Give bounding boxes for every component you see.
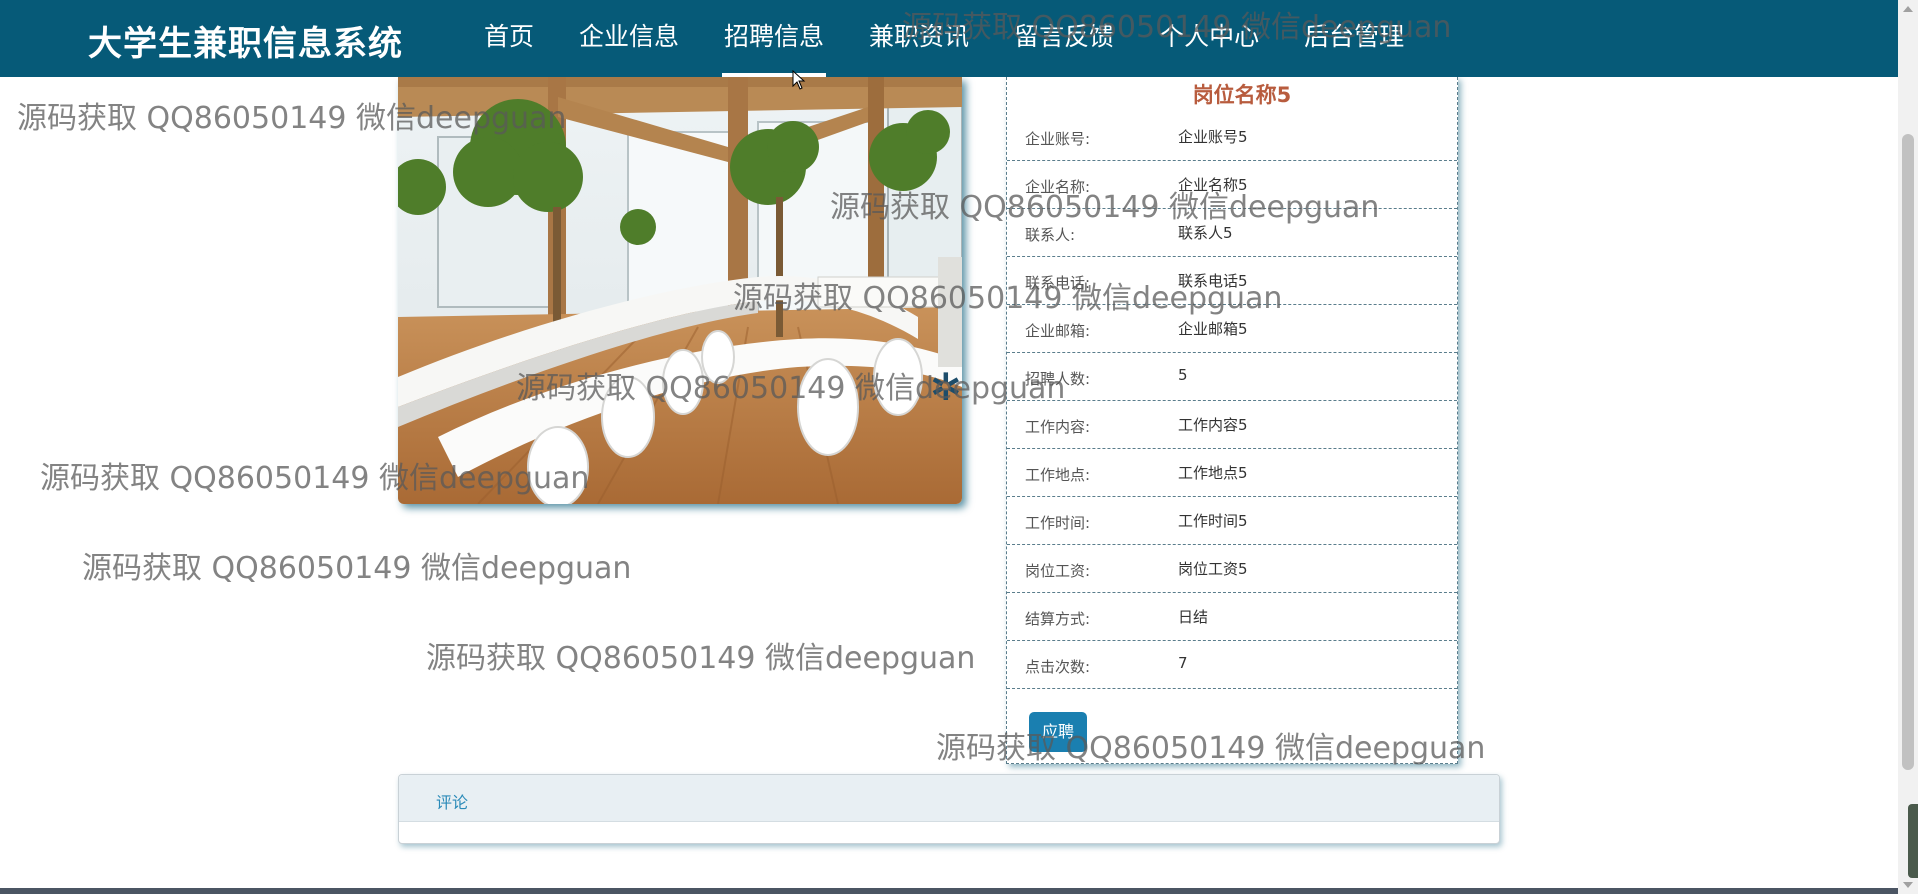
field-value: 企业名称5	[1178, 176, 1248, 194]
nav-feedback[interactable]: 留言反馈	[996, 0, 1132, 77]
field-click-count: 点击次数: 7	[1007, 641, 1457, 689]
job-detail-panel: 岗位名称5 企业账号: 企业账号5 企业名称: 企业名称5 联系人: 联系人5 …	[1006, 77, 1458, 764]
field-value: 企业邮箱5	[1178, 320, 1248, 338]
field-company-account: 企业账号: 企业账号5	[1007, 113, 1457, 161]
nav-companies[interactable]: 企业信息	[561, 0, 697, 77]
field-label: 点击次数:	[1025, 658, 1091, 676]
scroll-up-arrow-icon[interactable]	[1903, 6, 1913, 12]
watermark: 源码获取 QQ86050149 微信deepguan	[82, 551, 632, 586]
field-label: 企业名称:	[1025, 178, 1091, 196]
field-value: 7	[1178, 654, 1188, 672]
field-value: 联系电话5	[1178, 272, 1248, 290]
nav-jobs[interactable]: 招聘信息	[706, 0, 842, 77]
field-work-time: 工作时间: 工作时间5	[1007, 497, 1457, 545]
field-label: 工作内容:	[1025, 418, 1091, 436]
top-navbar: 大学生兼职信息系统 首页 企业信息 招聘信息 兼职资讯 留言反馈 个人中心 后台…	[0, 0, 1898, 77]
field-settlement: 结算方式: 日结	[1007, 593, 1457, 641]
nav-profile[interactable]: 个人中心	[1141, 0, 1277, 77]
bottom-edge-bar	[0, 888, 1898, 894]
nav-admin[interactable]: 后台管理	[1286, 0, 1422, 77]
field-headcount: 招聘人数: 5	[1007, 353, 1457, 401]
job-title: 岗位名称5	[1192, 83, 1292, 107]
field-email: 企业邮箱: 企业邮箱5	[1007, 305, 1457, 353]
field-label: 企业账号:	[1025, 130, 1091, 148]
field-value: 联系人5	[1178, 224, 1233, 242]
side-tool-tab[interactable]	[1908, 804, 1918, 878]
scroll-down-arrow-icon[interactable]	[1903, 882, 1913, 888]
apply-button[interactable]: 应聘	[1029, 712, 1087, 752]
field-value: 5	[1178, 366, 1188, 384]
comment-title[interactable]: 评论	[436, 789, 468, 813]
nav-news[interactable]: 兼职资讯	[851, 0, 987, 77]
field-label: 联系人:	[1025, 226, 1076, 244]
field-work-location: 工作地点: 工作地点5	[1007, 449, 1457, 497]
field-contact: 联系人: 联系人5	[1007, 209, 1457, 257]
job-image	[398, 77, 962, 504]
field-company-name: 企业名称: 企业名称5	[1007, 161, 1457, 209]
field-label: 招聘人数:	[1025, 370, 1091, 388]
field-value: 工作内容5	[1178, 416, 1248, 434]
field-label: 结算方式:	[1025, 610, 1091, 628]
site-brand[interactable]: 大学生兼职信息系统	[88, 16, 403, 65]
watermark: 源码获取 QQ86050149 微信deepguan	[426, 641, 976, 676]
field-label: 工作地点:	[1025, 466, 1091, 484]
comment-header	[399, 775, 1499, 822]
field-value: 企业账号5	[1178, 128, 1248, 146]
field-value: 工作时间5	[1178, 512, 1248, 530]
field-label: 企业邮箱:	[1025, 322, 1091, 340]
field-phone: 联系电话: 联系电话5	[1007, 257, 1457, 305]
field-value: 岗位工资5	[1178, 560, 1248, 578]
office-photo	[398, 77, 962, 504]
field-value: 工作地点5	[1178, 464, 1248, 482]
nav-home[interactable]: 首页	[466, 0, 552, 77]
comment-section: 评论	[398, 774, 1500, 844]
field-work-content: 工作内容: 工作内容5	[1007, 401, 1457, 449]
mouse-cursor-icon	[792, 70, 806, 90]
job-fields: 企业账号: 企业账号5 企业名称: 企业名称5 联系人: 联系人5 联系电话: …	[1007, 113, 1457, 689]
field-label: 联系电话:	[1025, 274, 1091, 292]
page-scrollbar[interactable]	[1898, 0, 1918, 894]
field-label: 岗位工资:	[1025, 562, 1091, 580]
field-label: 工作时间:	[1025, 514, 1091, 532]
main-nav: 首页 企业信息 招聘信息 兼职资讯 留言反馈 个人中心 后台管理	[466, 0, 1431, 77]
scrollbar-thumb[interactable]	[1902, 134, 1914, 770]
field-value: 日结	[1178, 608, 1209, 626]
loading-spinner-icon: ✲	[930, 365, 962, 409]
field-salary: 岗位工资: 岗位工资5	[1007, 545, 1457, 593]
